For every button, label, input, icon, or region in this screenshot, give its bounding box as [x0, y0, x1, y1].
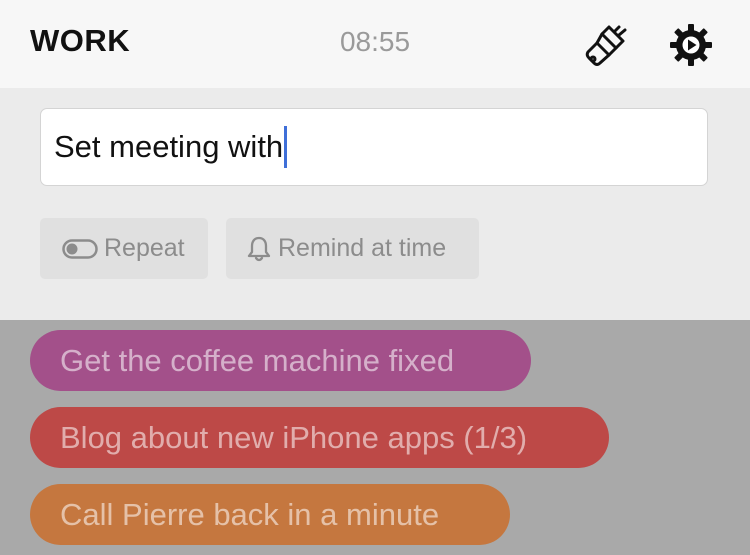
task-label: Call Pierre back in a minute [60, 496, 440, 532]
bell-icon [247, 236, 271, 261]
paintbrush-icon [585, 25, 627, 66]
gear-icon [670, 24, 712, 66]
task-input-text[interactable]: Set meeting with [54, 129, 283, 165]
task-item-blog-iphone-apps[interactable]: Blog about new iPhone apps (1/3) [30, 407, 609, 468]
text-caret [284, 126, 288, 168]
task-composer: Set meeting with Repeat Remind at time [0, 88, 750, 320]
remind-at-time-button[interactable]: Remind at time [226, 218, 479, 279]
repeat-button[interactable]: Repeat [40, 218, 208, 279]
top-bar: WORK 08:55 [0, 0, 750, 88]
task-label: Get the coffee machine fixed [60, 342, 455, 378]
repeat-label: Repeat [104, 234, 185, 262]
task-label: Blog about new iPhone apps (1/3) [60, 419, 528, 455]
toggle-icon [62, 238, 98, 259]
task-item-coffee-machine[interactable]: Get the coffee machine fixed [30, 330, 531, 391]
theme-button[interactable] [582, 20, 632, 70]
task-list: Get the coffee machine fixed Blog about … [0, 320, 750, 555]
settings-button[interactable] [666, 20, 716, 70]
task-item-call-pierre[interactable]: Call Pierre back in a minute [30, 484, 510, 545]
status-time: 08:55 [339, 26, 411, 57]
task-input-field[interactable]: Set meeting with [40, 108, 708, 186]
remind-label: Remind at time [278, 234, 447, 262]
